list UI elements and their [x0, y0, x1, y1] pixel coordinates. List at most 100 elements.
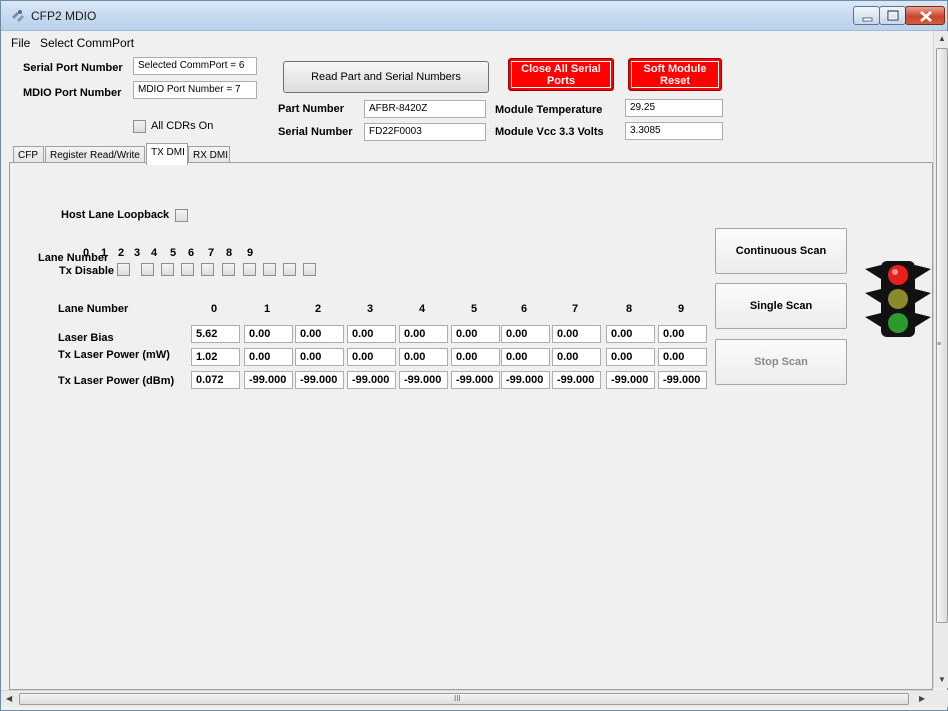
value-cell[interactable]: 0.00	[347, 348, 396, 366]
value-cell[interactable]: -99.000	[451, 371, 500, 389]
scroll-right-icon[interactable]: ▶	[919, 694, 925, 703]
lane-column-header-8: 8	[625, 303, 633, 315]
lane-digit-2: 2	[118, 247, 125, 259]
value-cell[interactable]: 0.00	[552, 325, 601, 343]
value-cell[interactable]: -99.000	[347, 371, 396, 389]
stop-scan-button[interactable]: Stop Scan	[715, 339, 847, 385]
tx-disable-checkbox-8[interactable]	[283, 263, 296, 276]
tx-disable-checkbox-7[interactable]	[263, 263, 276, 276]
serial-number-field[interactable]: FD22F0003	[364, 123, 486, 141]
tx-disable-checkbox-9[interactable]	[303, 263, 316, 276]
single-scan-button[interactable]: Single Scan	[715, 283, 847, 329]
all-cdrs-checkbox[interactable]	[133, 120, 146, 133]
value-cell[interactable]: 0.00	[244, 325, 293, 343]
lane-column-header-7: 7	[571, 303, 579, 315]
lane-digit-0: 0	[83, 247, 90, 259]
soft-module-reset-button[interactable]: Soft Module Reset	[628, 58, 722, 91]
tx-disable-checkbox-5[interactable]	[222, 263, 235, 276]
lane-column-header-2: 2	[314, 303, 322, 315]
lane-column-header-4: 4	[418, 303, 426, 315]
traffic-light-icon	[865, 261, 931, 337]
part-number-label: Part Number	[278, 103, 345, 115]
menu-select-commport[interactable]: Select CommPort	[40, 36, 134, 50]
value-cell[interactable]: 0.00	[658, 348, 707, 366]
value-cell[interactable]: 0.00	[295, 348, 344, 366]
module-temperature-label: Module Temperature	[495, 104, 603, 116]
menu-file[interactable]: File	[11, 36, 30, 50]
lane-column-header-3: 3	[366, 303, 374, 315]
lane-column-header-0: 0	[210, 303, 218, 315]
read-part-serial-button[interactable]: Read Part and Serial Numbers	[283, 61, 489, 93]
lane-column-header-9: 9	[677, 303, 685, 315]
maximize-button[interactable]	[879, 6, 906, 25]
tx-disable-checkbox-2[interactable]	[161, 263, 174, 276]
value-cell[interactable]: -99.000	[399, 371, 448, 389]
value-cell[interactable]: 0.00	[347, 325, 396, 343]
row-label-2: Tx Laser Power (dBm)	[58, 375, 175, 387]
app-window: CFP2 MDIO File Select CommPort Serial Po…	[0, 0, 948, 711]
horizontal-scrollbar[interactable]: ◀ III ▶	[1, 690, 933, 707]
scroll-up-icon[interactable]: ▲	[938, 34, 946, 43]
module-vcc-label: Module Vcc 3.3 Volts	[495, 126, 604, 138]
value-cell[interactable]: 1.02	[191, 348, 240, 366]
row-label-0: Laser Bias	[58, 332, 114, 344]
lane-column-header-1: 1	[263, 303, 271, 315]
value-cell[interactable]: 0.00	[501, 325, 550, 343]
module-temperature-field[interactable]: 29.25	[625, 99, 723, 117]
window-title: CFP2 MDIO	[31, 9, 97, 23]
mdio-port-field[interactable]: MDIO Port Number = 7	[133, 81, 257, 99]
value-cell[interactable]: 0.00	[451, 348, 500, 366]
vertical-scroll-thumb[interactable]	[936, 48, 948, 623]
value-cell[interactable]: 0.00	[295, 325, 344, 343]
scroll-down-icon[interactable]: ▼	[938, 675, 946, 684]
minimize-button[interactable]	[853, 6, 880, 25]
module-vcc-field[interactable]: 3.3085	[625, 122, 723, 140]
serial-port-field[interactable]: Selected CommPort = 6	[133, 57, 257, 75]
value-cell[interactable]: 0.00	[606, 325, 655, 343]
close-all-serial-ports-label: Close All Serial Ports	[511, 61, 611, 88]
horizontal-grip-icon: III	[454, 694, 461, 703]
vertical-scrollbar[interactable]: ▲ ≡ ▼	[933, 31, 948, 688]
app-icon	[12, 10, 24, 22]
lane-column-header-6: 6	[520, 303, 528, 315]
close-all-serial-ports-button[interactable]: Close All Serial Ports	[508, 58, 614, 91]
value-cell[interactable]: -99.000	[658, 371, 707, 389]
maximize-icon	[887, 10, 899, 21]
horizontal-scroll-thumb[interactable]: III	[19, 693, 909, 705]
value-cell[interactable]: 0.00	[658, 325, 707, 343]
value-cell[interactable]: -99.000	[606, 371, 655, 389]
close-button[interactable]	[905, 6, 945, 25]
lane-digit-7: 7	[208, 247, 215, 259]
value-cell[interactable]: 0.00	[399, 348, 448, 366]
tx-disable-checkbox-0[interactable]	[117, 263, 130, 276]
tx-disable-checkbox-4[interactable]	[201, 263, 214, 276]
tx-disable-checkbox-6[interactable]	[243, 263, 256, 276]
host-lane-loopback-checkbox[interactable]	[175, 209, 188, 222]
lane-digit-5: 5	[170, 247, 177, 259]
size-grip	[933, 690, 948, 707]
value-cell[interactable]: 0.00	[552, 348, 601, 366]
tx-disable-checkbox-3[interactable]	[181, 263, 194, 276]
continuous-scan-button[interactable]: Continuous Scan	[715, 228, 847, 274]
value-cell[interactable]: -99.000	[552, 371, 601, 389]
value-cell[interactable]: -99.000	[295, 371, 344, 389]
lane-digit-9: 9	[247, 247, 254, 259]
tab-tx-dmi[interactable]: TX DMI	[146, 143, 188, 165]
value-cell[interactable]: 0.00	[606, 348, 655, 366]
tx-disable-checkbox-1[interactable]	[141, 263, 154, 276]
lane-digit-4: 4	[151, 247, 158, 259]
value-cell[interactable]: 5.62	[191, 325, 240, 343]
row-label-1: Tx Laser Power (mW)	[58, 349, 170, 361]
value-cell[interactable]: -99.000	[244, 371, 293, 389]
value-cell[interactable]: 0.00	[244, 348, 293, 366]
vertical-grip-icon: ≡	[937, 341, 942, 348]
scroll-left-icon[interactable]: ◀	[6, 694, 12, 703]
value-cell[interactable]: 0.072	[191, 371, 240, 389]
tx-disable-label: Tx Disable	[59, 265, 115, 277]
value-cell[interactable]: 0.00	[451, 325, 500, 343]
value-cell[interactable]: 0.00	[399, 325, 448, 343]
value-cell[interactable]: -99.000	[501, 371, 550, 389]
part-number-field[interactable]: AFBR-8420Z	[364, 100, 486, 118]
minimize-icon	[862, 17, 873, 22]
value-cell[interactable]: 0.00	[501, 348, 550, 366]
